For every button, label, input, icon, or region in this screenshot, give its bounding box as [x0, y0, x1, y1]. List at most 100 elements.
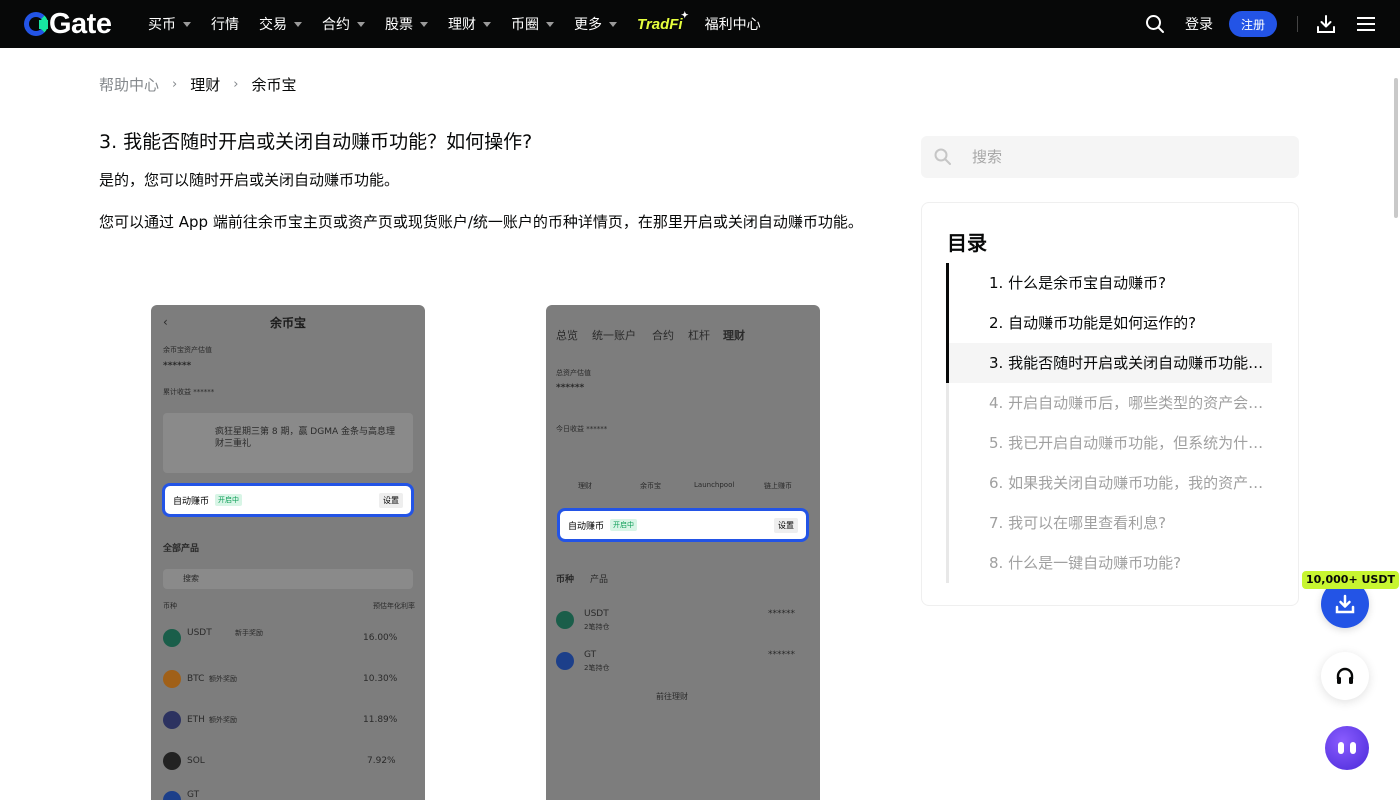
phone-title: 余币宝 [270, 316, 307, 330]
toc-list: 1. 什么是余币宝自动赚币? 2. 自动赚币功能是如何运作的? 3. 我能否随时… [946, 263, 1272, 583]
coin-name: USDT [187, 628, 212, 638]
phone-tab: 总览 [556, 329, 578, 342]
coin-tag: 新手奖励 [235, 629, 263, 637]
nav-label: 股票 [385, 17, 413, 33]
search-icon[interactable] [1143, 12, 1167, 36]
register-button[interactable]: 注册 [1228, 11, 1277, 37]
sol-icon [163, 752, 181, 770]
phone-label: 今日收益 ****** [556, 425, 608, 433]
settings-button: 设置 [379, 492, 403, 508]
ai-assistant-button[interactable] [1325, 726, 1369, 770]
breadcrumb-current: 余币宝 [251, 76, 297, 94]
reward-tag: 10,000+ USDT [1302, 571, 1399, 589]
toc-item[interactable]: 8. 什么是一键自动赚币功能? [949, 543, 1272, 583]
toc-item[interactable]: 5. 我已开启自动赚币功能，但系统为什么没有认购? [949, 423, 1272, 463]
phone-value: ****** [163, 361, 192, 371]
status-badge: 开启中 [215, 494, 243, 506]
nav-markets[interactable]: 行情 [211, 14, 239, 34]
toc-item[interactable]: 4. 开启自动赚币后，哪些类型的资产会被认购? [949, 383, 1272, 423]
coin-apr: 11.89% [363, 715, 398, 725]
gt-icon [556, 652, 574, 670]
coin-name: ETH [187, 715, 205, 725]
nav-trade[interactable]: 交易 [259, 14, 302, 34]
download-icon[interactable] [1314, 12, 1338, 36]
phone-link: 前往理财 [656, 692, 688, 701]
screenshot-yubibao: ‹ 余币宝 余币宝资产估值 ****** 累计收益 ****** 疯狂星期三第 … [151, 305, 425, 800]
usdt-icon [556, 611, 574, 629]
toc-item-active[interactable]: 3. 我能否随时开启或关闭自动赚币功能？如何操作? [949, 343, 1272, 383]
col-header: 币种 [163, 602, 177, 610]
nav-label: 买币 [148, 17, 176, 33]
auto-earn-label: 自动赚币 [568, 521, 605, 532]
login-button[interactable]: 登录 [1185, 14, 1213, 34]
toc-title: 目录 [947, 231, 987, 255]
article-heading: 3. 我能否随时开启或关闭自动赚币功能？如何操作? [99, 131, 533, 153]
phone-tab: 合约 [652, 329, 674, 342]
settings-button: 设置 [774, 517, 798, 533]
caret-down-icon [294, 21, 302, 27]
breadcrumb: 帮助中心 › 理财 › 余币宝 [99, 74, 296, 95]
article-paragraph: 是的，您可以随时开启或关闭自动赚币功能。 [99, 171, 400, 189]
coin-value: ****** [768, 609, 795, 619]
coin-apr: 10.30% [363, 674, 398, 684]
breadcrumb-earn[interactable]: 理财 [190, 74, 220, 95]
download-icon [1335, 594, 1355, 614]
toc-item[interactable]: 6. 如果我关闭自动赚币功能，我的资产会怎样? [949, 463, 1272, 503]
nav-label: 交易 [259, 17, 287, 33]
phone-banner: 疯狂星期三第 8 期，赢 DGMA 金条与高息理财三重礼 [163, 413, 413, 473]
logo-text: Gate [49, 7, 112, 40]
nav-futures[interactable]: 合约 [322, 14, 365, 34]
caret-down-icon [609, 21, 617, 27]
header-divider [1297, 16, 1298, 32]
page-scrollbar[interactable] [1394, 78, 1398, 218]
nav-earn[interactable]: 理财 [448, 14, 491, 34]
nav-welfare-center[interactable]: 福利中心 [705, 14, 761, 34]
search-input[interactable] [972, 148, 1272, 166]
shortcut-label: 余币宝 [640, 482, 661, 490]
caret-down-icon [546, 21, 554, 27]
coin-sub: 2笔持仓 [584, 623, 610, 631]
caret-down-icon [357, 21, 365, 27]
phone-tab: 统一账户 [592, 329, 636, 342]
coin-tag: 额外奖励 [209, 675, 237, 683]
shortcut-label: Launchpool [694, 481, 735, 489]
coin-name: USDT [584, 609, 609, 619]
bot-eye-icon [1350, 742, 1356, 754]
chevron-right-icon: › [233, 77, 239, 92]
coin-apr: 16.00% [363, 633, 398, 643]
toc-item[interactable]: 7. 我可以在哪里查看利息? [949, 503, 1272, 543]
chevron-right-icon: › [172, 77, 178, 92]
phone-value: ****** [556, 383, 585, 393]
customer-support-button[interactable] [1321, 652, 1369, 700]
phone-label: 总资产估值 [556, 369, 591, 377]
breadcrumb-help-center[interactable]: 帮助中心 [99, 74, 159, 95]
banner-text: 疯狂星期三第 8 期，赢 DGMA 金条与高息理财三重礼 [215, 427, 395, 449]
screenshot-assets: 总览 统一账户 合约 杠杆 理财 总资产估值 ****** 今日收益 *****… [546, 305, 820, 800]
article-paragraph: 您可以通过 App 端前往余币宝主页或资产页或现货账户/统一账户的币种详情页，在… [99, 213, 863, 231]
coin-name: GT [584, 650, 597, 660]
menu-icon[interactable] [1354, 12, 1378, 36]
search-placeholder: 搜索 [183, 574, 199, 583]
toc-item[interactable]: 2. 自动赚币功能是如何运作的? [949, 303, 1272, 343]
help-search [921, 136, 1299, 178]
nav-more[interactable]: 更多 [574, 14, 617, 34]
article-body: 3. 我能否随时开启或关闭自动赚币功能？如何操作? 是的，您可以随时开启或关闭自… [99, 128, 869, 252]
phone-label: 累计收益 ****** [163, 388, 215, 396]
header-actions: 登录 注册 [1143, 0, 1378, 48]
coin-apr: 7.92% [367, 756, 396, 766]
gate-logo[interactable]: Gate [24, 8, 112, 40]
nav-buy-crypto[interactable]: 买币 [148, 14, 191, 34]
nav-community[interactable]: 币圈 [511, 14, 554, 34]
top-nav-bar: Gate 买币 行情 交易 合约 股票 理财 币圈 更多 TradFi ✦ 福利中… [0, 0, 1400, 48]
shortcut-label: 链上赚币 [764, 482, 792, 490]
toc-item[interactable]: 1. 什么是余币宝自动赚币? [949, 263, 1272, 303]
col-header: 预估年化利率 [373, 602, 415, 610]
headset-icon [1336, 667, 1354, 684]
nav-label: 福利中心 [704, 17, 761, 33]
nav-label: 理财 [448, 17, 476, 33]
coin-tag: 额外奖励 [209, 716, 237, 724]
nav-stocks[interactable]: 股票 [385, 14, 428, 34]
table-of-contents: 目录 1. 什么是余币宝自动赚币? 2. 自动赚币功能是如何运作的? 3. 我能… [921, 202, 1299, 606]
coin-name: SOL [187, 756, 205, 766]
nav-tradfi[interactable]: TradFi ✦ [637, 10, 689, 33]
